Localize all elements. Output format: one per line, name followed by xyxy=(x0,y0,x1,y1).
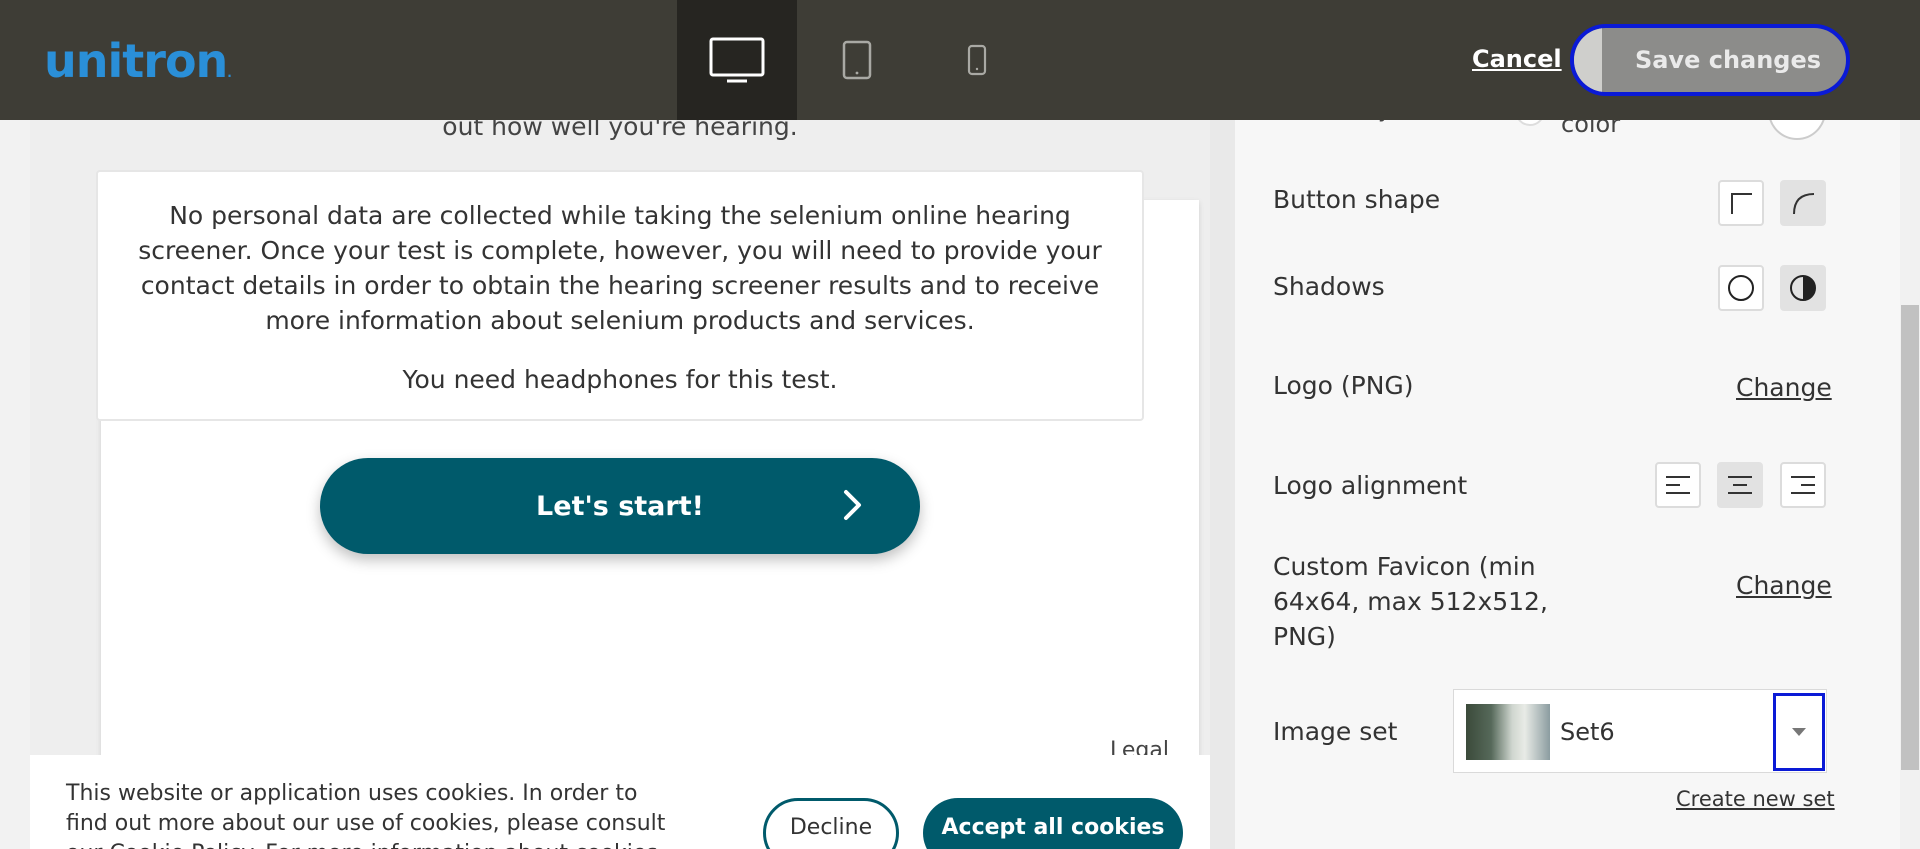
logo-change-link[interactable]: Change xyxy=(1736,373,1832,402)
scrollbar-thumb[interactable] xyxy=(1901,305,1919,770)
align-center-option[interactable] xyxy=(1717,462,1763,508)
lets-start-button[interactable]: Let's start! xyxy=(320,458,920,554)
top-bar: unitron. Cancel Save changes xyxy=(0,0,1920,120)
align-center-icon xyxy=(1728,476,1752,494)
align-left-option[interactable] xyxy=(1655,462,1701,508)
no-shadow-option[interactable] xyxy=(1718,265,1764,311)
button-shape-label: Button shape xyxy=(1273,185,1441,214)
save-button-knob xyxy=(1574,28,1602,92)
rounded-shape-option[interactable] xyxy=(1780,180,1826,226)
image-set-value: Set6 xyxy=(1560,718,1615,746)
square-shape-option[interactable] xyxy=(1718,180,1764,226)
desktop-view-button[interactable] xyxy=(677,0,797,120)
square-corner-icon xyxy=(1731,193,1752,214)
panel-divider xyxy=(1210,120,1235,849)
cancel-link[interactable]: Cancel xyxy=(1472,45,1562,73)
tablet-icon xyxy=(842,40,872,80)
privacy-text: No personal data are collected while tak… xyxy=(138,201,1102,335)
save-changes-button[interactable]: Save changes xyxy=(1570,24,1850,96)
save-button-label: Save changes xyxy=(1634,46,1822,74)
start-button-label: Let's start! xyxy=(536,490,704,522)
align-right-icon xyxy=(1791,476,1815,494)
shadow-option[interactable] xyxy=(1780,265,1826,311)
device-switcher xyxy=(677,0,1037,120)
image-set-label: Image set xyxy=(1273,717,1398,746)
caret-down-icon xyxy=(1792,728,1806,736)
privacy-notice: No personal data are collected while tak… xyxy=(96,170,1144,421)
decline-cookies-button[interactable]: Decline xyxy=(763,798,899,849)
tablet-view-button[interactable] xyxy=(797,0,917,120)
favicon-change-link[interactable]: Change xyxy=(1736,571,1832,600)
shadows-label: Shadows xyxy=(1273,272,1385,301)
half-circle-icon xyxy=(1790,275,1816,301)
image-set-thumbnail xyxy=(1466,704,1550,760)
image-set-dropdown-button[interactable] xyxy=(1773,693,1825,771)
logo-alignment-label: Logo alignment xyxy=(1273,471,1468,500)
cookie-text: This website or application uses cookies… xyxy=(66,781,666,849)
align-right-option[interactable] xyxy=(1780,462,1826,508)
rounded-corner-icon xyxy=(1793,193,1815,215)
accept-cookies-button[interactable]: Accept all cookies xyxy=(923,798,1183,849)
circle-outline-icon xyxy=(1728,275,1754,301)
align-left-icon xyxy=(1666,476,1690,494)
mobile-view-button[interactable] xyxy=(917,0,1037,120)
cookie-banner: This website or application uses cookies… xyxy=(30,755,1210,849)
create-new-set-link[interactable]: Create new set xyxy=(1676,787,1835,811)
image-set-select[interactable]: Set6 xyxy=(1453,689,1827,773)
mobile-icon xyxy=(967,44,987,76)
chevron-right-icon xyxy=(844,490,861,520)
favicon-label: Custom Favicon (min 64x64, max 512x512, … xyxy=(1273,552,1548,651)
desktop-icon xyxy=(709,37,765,83)
logo-label: Logo (PNG) xyxy=(1273,371,1414,400)
unitron-logo: unitron. xyxy=(44,34,232,88)
headphones-text: You need headphones for this test. xyxy=(402,365,838,394)
